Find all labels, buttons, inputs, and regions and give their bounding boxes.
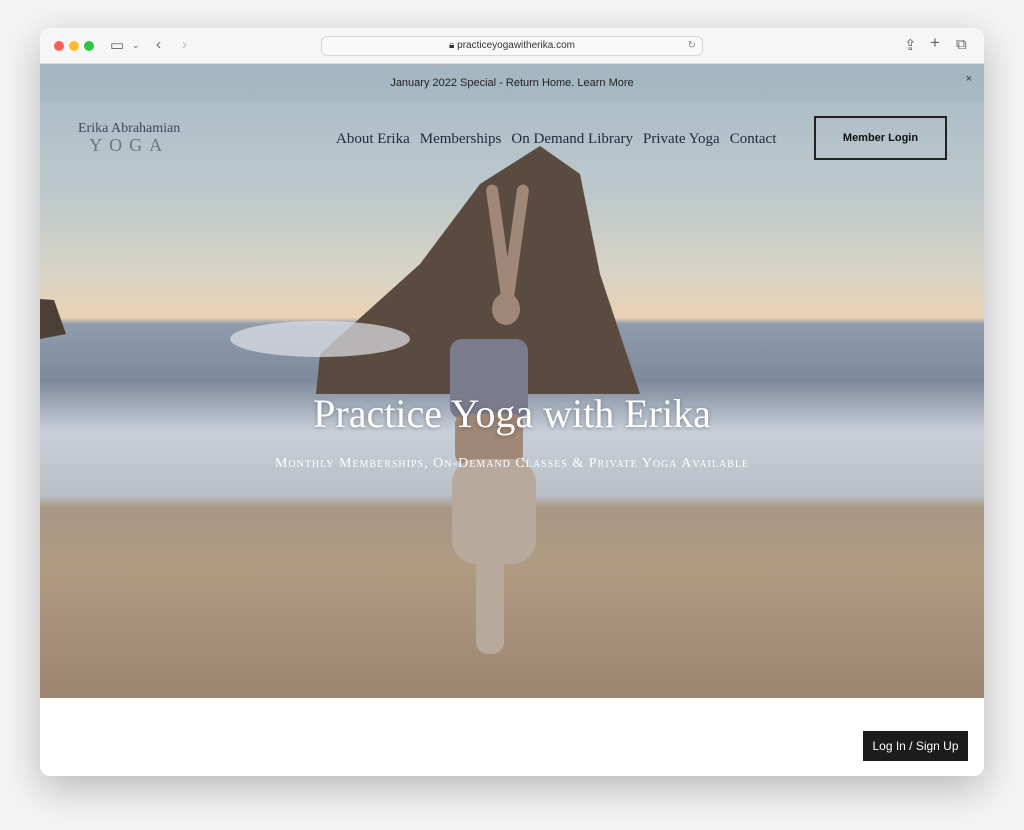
browser-window: ▭ ⌄ ‹ › 🔒︎ practiceyogawitherika.com ↻ ⇪ … [40,28,984,776]
announcement-text[interactable]: January 2022 Special - Return Home. Lear… [390,77,633,89]
maximize-window-button[interactable] [84,41,94,51]
forward-icon[interactable]: › [182,36,187,53]
site-logo[interactable]: Erika Abrahamian YOGA [78,121,180,156]
minimize-window-button[interactable] [69,41,79,51]
logo-yoga: YOGA [89,135,170,155]
back-icon[interactable]: ‹ [156,36,161,53]
hero-subtitle: Monthly Memberships, On-Demand Classes &… [274,456,750,471]
nav-contact[interactable]: Contact [730,131,777,148]
hero-title: Practice Yoga with Erika [313,391,711,436]
left-rock [40,299,66,339]
browser-toolbar: ▭ ⌄ ‹ › 🔒︎ practiceyogawitherika.com ↻ ⇪ … [40,28,984,64]
sidebar-icon[interactable]: ▭ [110,36,124,54]
close-banner-icon[interactable]: × [966,64,972,94]
wave [230,321,410,357]
main-nav: About Erika Memberships On Demand Librar… [336,131,776,148]
address-bar[interactable]: 🔒︎ practiceyogawitherika.com ↻ [321,36,703,56]
login-signup-button[interactable]: Log In / Sign Up [863,731,968,761]
reload-icon[interactable]: ↻ [688,37,696,55]
nav-memberships[interactable]: Memberships [420,131,502,148]
lock-icon: 🔒︎ [449,40,458,51]
chevron-down-icon[interactable]: ⌄ [132,40,140,51]
nav-private-yoga[interactable]: Private Yoga [643,131,720,148]
hero-section: January 2022 Special - Return Home. Lear… [40,64,984,698]
nav-on-demand-library[interactable]: On Demand Library [511,131,633,148]
share-icon[interactable]: ⇪ [904,36,917,54]
close-window-button[interactable] [54,41,64,51]
new-tab-icon[interactable]: + [930,33,940,53]
member-login-button[interactable]: Member Login [814,116,947,160]
url-text: practiceyogawitherika.com [457,40,575,51]
nav-about-erika[interactable]: About Erika [336,131,410,148]
tabs-overview-icon[interactable]: ⧉ [956,36,967,53]
announcement-banner[interactable]: January 2022 Special - Return Home. Lear… [40,64,984,102]
